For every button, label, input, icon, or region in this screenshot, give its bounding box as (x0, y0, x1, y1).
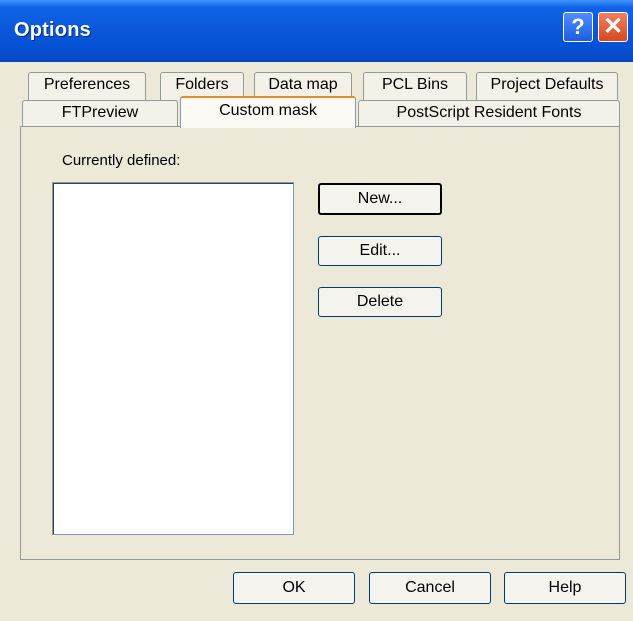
window-title: Options (14, 19, 91, 41)
custom-mask-list[interactable] (52, 182, 294, 535)
tab-preferences[interactable]: Preferences (28, 72, 146, 100)
cancel-button[interactable]: Cancel (369, 572, 491, 604)
ok-button[interactable]: OK (233, 572, 355, 604)
tab-pcl-bins[interactable]: PCL Bins (363, 72, 467, 100)
close-icon[interactable]: ✕ (598, 12, 628, 42)
edit-button[interactable]: Edit... (318, 236, 442, 266)
tab-project-defaults[interactable]: Project Defaults (476, 72, 618, 100)
currently-defined-label: Currently defined: (62, 152, 181, 169)
help-button[interactable]: Help (504, 572, 626, 604)
tab-ftpreview[interactable]: FTPreview (22, 100, 178, 127)
tab-postscript-resident-fonts[interactable]: PostScript Resident Fonts (358, 100, 620, 127)
help-icon[interactable]: ? (563, 12, 593, 42)
tab-custom-mask[interactable]: Custom mask (180, 96, 356, 128)
new-button[interactable]: New... (318, 183, 442, 215)
delete-button[interactable]: Delete (318, 287, 442, 317)
title-bar[interactable]: Options ? ✕ (0, 0, 633, 62)
options-dialog: Options ? ✕ Preferences Folders Data map… (0, 0, 633, 621)
